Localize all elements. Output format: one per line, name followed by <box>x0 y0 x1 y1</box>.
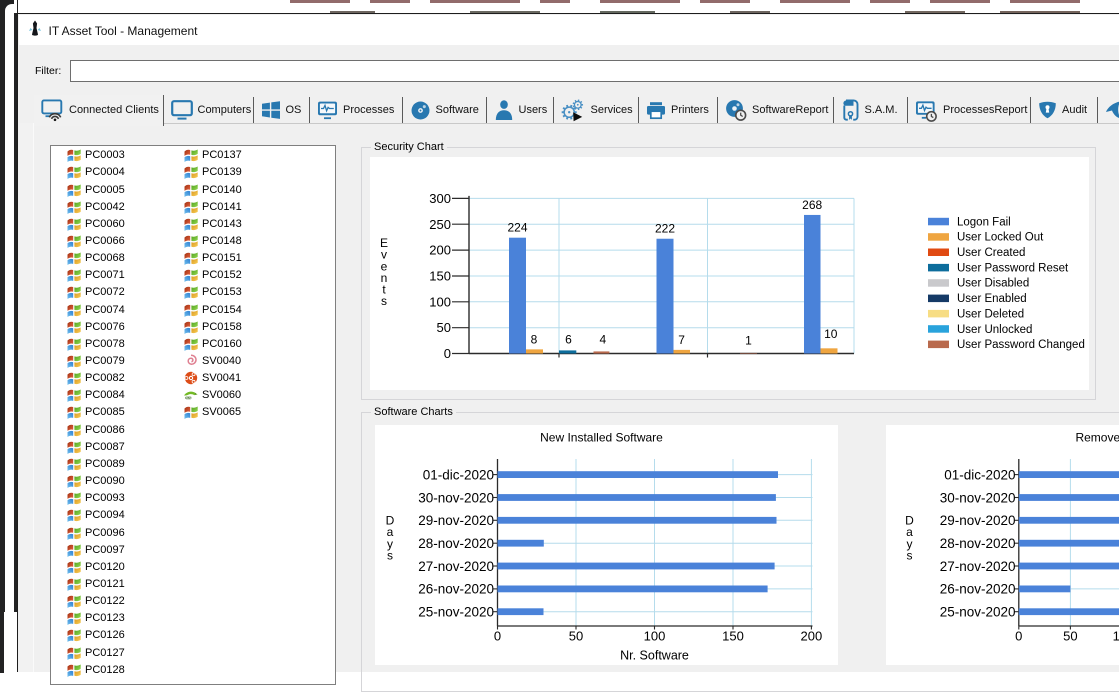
svg-text:User Locked Out: User Locked Out <box>957 231 1044 243</box>
svg-text:28-nov-2020: 28-nov-2020 <box>418 536 494 551</box>
svg-text:User Password Reset: User Password Reset <box>957 262 1069 274</box>
svg-text:8: 8 <box>531 332 538 346</box>
svg-text:100: 100 <box>1112 629 1119 644</box>
svg-text:0: 0 <box>494 629 501 644</box>
svg-text:User Deleted: User Deleted <box>957 308 1024 320</box>
svg-text:26-nov-2020: 26-nov-2020 <box>939 582 1015 597</box>
svg-text:0: 0 <box>1015 629 1022 644</box>
svg-text:50: 50 <box>1063 629 1077 644</box>
svg-text:150: 150 <box>722 629 744 644</box>
svg-text:User Created: User Created <box>957 247 1025 259</box>
svg-text:250: 250 <box>429 216 451 231</box>
svg-text:SUSE: SUSE <box>186 396 193 400</box>
svg-text:222: 222 <box>655 221 675 235</box>
svg-text:4: 4 <box>599 332 606 346</box>
svg-text:200: 200 <box>429 242 451 257</box>
svg-text:Removed Software: Removed Software <box>1075 431 1119 445</box>
svg-text:27-nov-2020: 27-nov-2020 <box>939 559 1015 574</box>
svg-text:50: 50 <box>569 629 583 644</box>
svg-text:s: s <box>906 549 912 563</box>
svg-text:268: 268 <box>802 197 822 211</box>
svg-text:User Disabled: User Disabled <box>957 277 1029 289</box>
svg-text:1: 1 <box>745 333 752 347</box>
svg-text:50: 50 <box>437 320 451 335</box>
svg-text:User Unlocked: User Unlocked <box>957 323 1032 335</box>
svg-text:User Enabled: User Enabled <box>957 293 1027 305</box>
svg-text:01-dic-2020: 01-dic-2020 <box>944 467 1015 482</box>
svg-text:0: 0 <box>444 346 451 361</box>
svg-text:Logon Fail: Logon Fail <box>957 216 1011 228</box>
svg-text:s: s <box>387 549 393 563</box>
svg-text:6: 6 <box>565 332 572 346</box>
svg-text:30-nov-2020: 30-nov-2020 <box>418 490 494 505</box>
svg-text:7: 7 <box>678 333 685 347</box>
svg-text:29-nov-2020: 29-nov-2020 <box>418 513 494 528</box>
svg-text:User Password Changed: User Password Changed <box>957 339 1085 351</box>
svg-text:01-dic-2020: 01-dic-2020 <box>423 467 494 482</box>
svg-text:300: 300 <box>429 190 451 205</box>
svg-text:25-nov-2020: 25-nov-2020 <box>418 605 494 620</box>
svg-text:26-nov-2020: 26-nov-2020 <box>418 582 494 597</box>
svg-text:New Installed Software: New Installed Software <box>540 431 663 445</box>
svg-text:s: s <box>381 294 387 308</box>
svg-text:Nr. Software: Nr. Software <box>620 649 689 663</box>
svg-text:27-nov-2020: 27-nov-2020 <box>418 559 494 574</box>
svg-text:25-nov-2020: 25-nov-2020 <box>939 605 1015 620</box>
svg-text:10: 10 <box>824 327 838 341</box>
svg-text:29-nov-2020: 29-nov-2020 <box>939 513 1015 528</box>
svg-text:28-nov-2020: 28-nov-2020 <box>939 536 1015 551</box>
svg-text:224: 224 <box>507 220 527 234</box>
svg-text:150: 150 <box>429 268 451 283</box>
svg-text:100: 100 <box>429 294 451 309</box>
svg-text:100: 100 <box>644 629 666 644</box>
svg-text:30-nov-2020: 30-nov-2020 <box>939 490 1015 505</box>
svg-text:200: 200 <box>801 629 823 644</box>
